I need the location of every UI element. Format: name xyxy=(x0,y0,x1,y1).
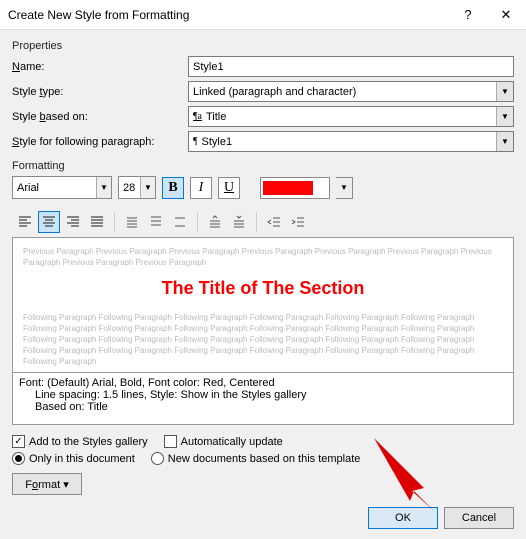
line-spacing-1-button[interactable] xyxy=(121,211,143,233)
name-label: Name: xyxy=(12,61,182,73)
space-before-inc-button[interactable] xyxy=(204,211,226,233)
help-button[interactable]: ? xyxy=(450,1,486,29)
preview-after-text: Following Paragraph Following Paragraph … xyxy=(23,312,503,368)
align-left-button[interactable] xyxy=(14,211,36,233)
color-swatch xyxy=(263,181,313,195)
align-right-button[interactable] xyxy=(62,211,84,233)
summary-line: Line spacing: 1.5 lines, Style: Show in … xyxy=(19,389,507,401)
indent-decrease-button[interactable] xyxy=(263,211,285,233)
divider xyxy=(197,212,198,232)
based-on-select[interactable]: ¶a Title ▼ xyxy=(188,106,514,127)
paragraph-icon: ¶ xyxy=(193,136,198,147)
divider xyxy=(256,212,257,232)
chevron-down-icon[interactable]: ▼ xyxy=(496,107,513,126)
dialog-title: Create New Style from Formatting xyxy=(8,8,450,22)
bold-button[interactable]: B xyxy=(162,177,184,199)
following-select[interactable]: ¶ Style1 ▼ xyxy=(188,131,514,152)
formatting-label: Formatting xyxy=(12,160,514,172)
space-before-dec-button[interactable] xyxy=(228,211,250,233)
line-spacing-2-button[interactable] xyxy=(169,211,191,233)
line-spacing-15-button[interactable] xyxy=(145,211,167,233)
font-color-button[interactable] xyxy=(260,177,330,199)
radio-icon xyxy=(151,452,164,465)
color-dropdown-button[interactable]: ▼ xyxy=(336,177,353,199)
align-justify-button[interactable] xyxy=(86,211,108,233)
preview-before-text: Previous Paragraph Previous Paragraph Pr… xyxy=(23,246,503,268)
titlebar: Create New Style from Formatting ? ✕ xyxy=(0,0,526,30)
align-center-button[interactable] xyxy=(38,211,60,233)
preview-pane: Previous Paragraph Previous Paragraph Pr… xyxy=(12,237,514,373)
font-select[interactable]: Arial ▼ xyxy=(12,176,112,199)
cancel-button[interactable]: Cancel xyxy=(444,507,514,529)
following-label: Style for following paragraph: xyxy=(12,136,182,148)
style-summary: Font: (Default) Arial, Bold, Font color:… xyxy=(12,373,514,425)
close-button[interactable]: ✕ xyxy=(486,1,526,29)
font-size-select[interactable]: 28 ▼ xyxy=(118,176,156,199)
auto-update-checkbox[interactable]: Automatically update xyxy=(164,435,283,448)
new-documents-radio[interactable]: New documents based on this template xyxy=(151,452,361,465)
style-type-select[interactable]: Linked (paragraph and character) ▼ xyxy=(188,81,514,102)
checkbox-icon xyxy=(164,435,177,448)
only-this-document-radio[interactable]: Only in this document xyxy=(12,452,135,465)
add-gallery-checkbox[interactable]: Add to the Styles gallery xyxy=(12,435,148,448)
based-on-label: Style based on: xyxy=(12,111,182,123)
ok-button[interactable]: OK xyxy=(368,507,438,529)
checkbox-icon xyxy=(12,435,25,448)
format-button[interactable]: Format ▾ xyxy=(12,473,82,495)
summary-line: Based on: Title xyxy=(19,401,507,413)
italic-button[interactable]: I xyxy=(190,177,212,199)
chevron-down-icon[interactable]: ▼ xyxy=(140,177,155,198)
summary-line: Font: (Default) Arial, Bold, Font color:… xyxy=(19,377,507,389)
chevron-down-icon[interactable]: ▼ xyxy=(496,132,513,151)
chevron-down-icon[interactable]: ▼ xyxy=(496,82,513,101)
chevron-down-icon[interactable]: ▼ xyxy=(96,177,111,198)
properties-label: Properties xyxy=(12,40,514,52)
divider xyxy=(114,212,115,232)
name-input[interactable]: Style1 xyxy=(188,56,514,77)
underline-button[interactable]: U xyxy=(218,177,240,199)
radio-icon xyxy=(12,452,25,465)
paragraph-icon: ¶a xyxy=(193,111,202,122)
style-type-label: Style type: xyxy=(12,86,182,98)
indent-increase-button[interactable] xyxy=(287,211,309,233)
preview-sample-text: The Title of The Section xyxy=(23,276,503,301)
